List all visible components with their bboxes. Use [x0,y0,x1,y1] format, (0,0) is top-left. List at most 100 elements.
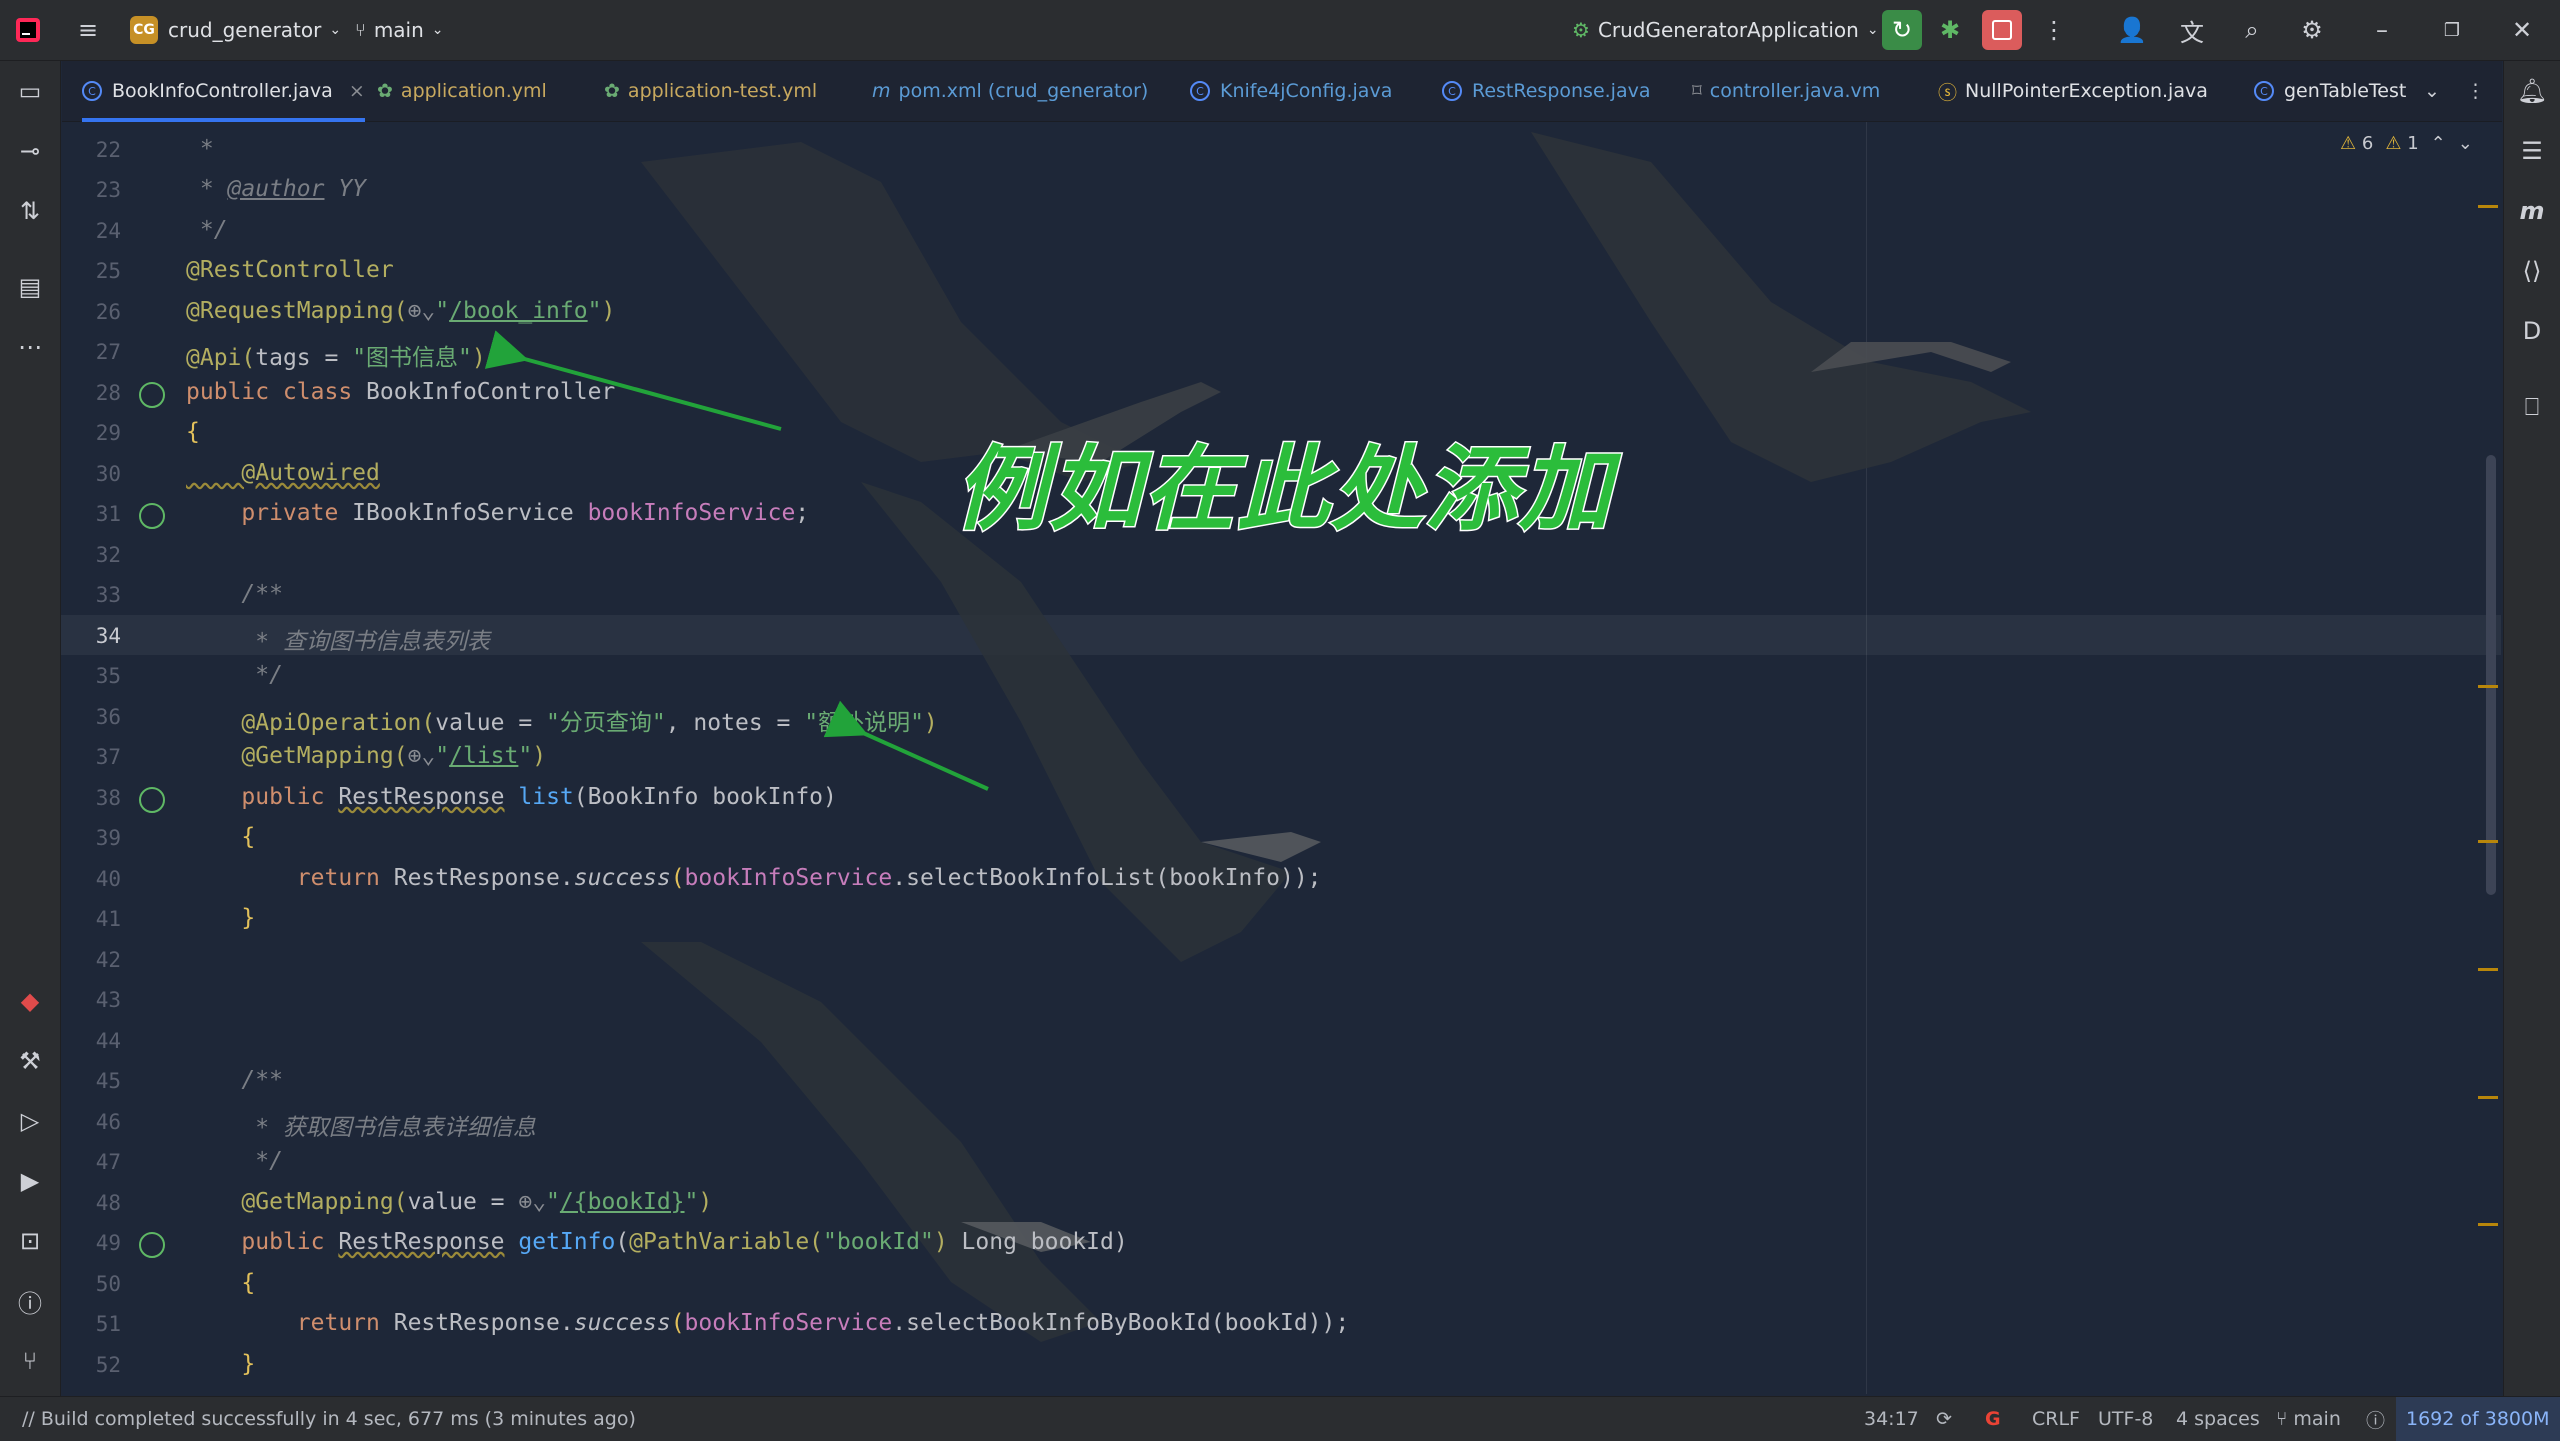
tabs-dropdown-icon[interactable]: ⌄ [2424,61,2440,121]
debug-icon[interactable]: ✱ [1934,14,1966,46]
stop-icon[interactable] [1982,10,2022,50]
more-tools-icon[interactable]: ⋯ [14,331,46,363]
tab-label: application.yml [400,80,547,102]
tab-label: BookInfoController.java [112,80,333,102]
run-config-selector[interactable]: ⚙ CrudGeneratorApplication ⌄ [1572,0,1879,60]
event-log-icon[interactable]: ⓘ [2366,1397,2385,1441]
build-status-message[interactable]: // Build completed successfully in 4 sec… [22,1397,636,1441]
yml-icon: ✿ [604,80,620,102]
add-user-icon[interactable]: 👤 [2116,14,2148,46]
terminal-icon[interactable]: ⊡ [14,1225,46,1257]
tab-label: genTableTest [2284,80,2407,102]
class-icon: C [2254,81,2274,101]
chevron-down-icon: ⌄ [431,22,444,38]
rerun-icon[interactable]: ↻ [1882,10,1922,50]
project-folder-icon[interactable]: ▭ [14,75,46,107]
tab-label: pom.xml (crud_generator) [898,80,1149,102]
warning-count: 6 [2361,132,2374,154]
right-toolbar: 🔔︎ ☰ m ⟨⟩ D ⎕ [2503,61,2560,1396]
branch-icon: ⑂ [2276,1408,2288,1430]
tab-pom-xml[interactable]: m pom.xml (crud_generator) [872,61,1148,121]
tabs-more-icon[interactable]: ⋮ [2466,61,2485,121]
vertical-scrollbar[interactable] [2486,455,2496,895]
file-encoding[interactable]: UTF-8 [2098,1397,2153,1441]
tab-bookinfocontroller[interactable]: C BookInfoController.java × [82,61,365,122]
tab-knife4jconfig[interactable]: C Knife4jConfig.java [1190,61,1392,121]
weak-warning-icon: ⚠ [2385,132,2402,154]
branch-name: main [373,18,424,42]
more-icon[interactable]: ⋮ [2038,14,2070,46]
error-stripe-mark[interactable] [2478,685,2498,688]
plugin-icon[interactable]: ◆ [14,985,46,1017]
restore-icon[interactable]: ❐ [2436,14,2468,46]
annotation-text: 例如在此处添加 [953,435,1614,545]
annotation-arrows [484,330,989,791]
git-icon[interactable]: ⑂ [14,1345,46,1377]
run-icon[interactable]: ▶ [14,1165,46,1197]
app-logo-icon[interactable] [12,14,44,46]
tab-close-icon[interactable]: × [349,80,365,102]
endpoints-icon[interactable]: ⟨⟩ [2516,255,2548,287]
class-icon: C [1190,81,1210,101]
next-problem-icon: ⌄ [2457,132,2473,154]
code-editor[interactable]: 22 23 24 25 26 27 28 29 30 31 32 33 34 3… [61,122,2501,1394]
tab-label: RestResponse.java [1472,80,1651,102]
chevron-down-icon: ⌄ [1866,22,1879,38]
exception-icon: ⓢ [1938,81,1958,104]
tab-restresponse[interactable]: C RestResponse.java [1442,61,1651,121]
tab-nullpointerexception[interactable]: ⓢ NullPointerException.java [1938,61,2208,121]
maven-icon: m [872,80,891,102]
line-separator[interactable]: CRLF [2032,1397,2080,1441]
d-plugin-icon[interactable]: D [2516,315,2548,347]
search-icon[interactable]: ⌕ [2236,14,2268,46]
project-badge: CG [130,16,158,44]
error-stripe-mark[interactable] [2478,968,2498,971]
indent-setting[interactable]: 4 spaces [2176,1397,2260,1441]
problems-icon[interactable]: ⓘ [14,1285,46,1318]
branch-selector[interactable]: ⑂ main ⌄ [355,0,444,60]
class-icon: C [82,81,102,101]
error-stripe-mark[interactable] [2478,205,2498,208]
structure-icon[interactable]: ▤ [14,271,46,303]
branch-icon: ⑂ [355,19,366,41]
run-config-icon: ⚙ [1572,18,1590,42]
weak-warning-count: 1 [2407,132,2419,154]
pull-request-icon[interactable]: ⇅ [14,195,46,227]
tab-label: NullPointerException.java [1965,80,2208,102]
services-icon[interactable]: ▷ [14,1105,46,1137]
build-icon[interactable]: ⚒ [14,1045,46,1077]
google-icon[interactable]: G [1985,1397,2001,1441]
editor-tabs: C BookInfoController.java × ✿ applicatio… [62,61,2502,122]
tab-label: Knife4jConfig.java [1220,80,1393,102]
error-stripe-mark[interactable] [2478,840,2498,843]
settings-icon[interactable]: ⚙ [2296,14,2328,46]
commit-icon[interactable]: ⊸ [14,135,46,167]
maven-icon[interactable]: m [2516,195,2548,227]
run-config-name: CrudGeneratorApplication [1597,18,1859,42]
error-stripe-mark[interactable] [2478,1096,2498,1099]
readonly-toggle-icon[interactable]: ⟳ [1936,1397,1952,1441]
memory-indicator[interactable]: 1692 of 3800M [2396,1397,2560,1441]
prev-problem-icon: ⌃ [2430,132,2446,154]
inspection-widget[interactable]: ⚠ 6 ⚠ 1 ⌃ ⌄ [2340,128,2473,158]
tab-gentabletest[interactable]: C genTableTest [2254,61,2406,121]
vcs-branch[interactable]: ⑂ main [2276,1397,2341,1441]
project-name: crud_generator [168,18,322,42]
error-stripe-mark[interactable] [2478,1223,2498,1226]
class-icon: C [1442,81,1462,101]
database-icon[interactable]: ☰ [2516,135,2548,167]
caret-position[interactable]: 34:17 [1864,1397,1919,1441]
tab-controller-vm[interactable]: ⌑ controller.java.vm [1692,61,1880,121]
notifications-icon[interactable]: 🔔︎ [2516,75,2548,107]
project-selector[interactable]: CG crud_generator ⌄ [130,0,341,60]
translate-icon[interactable]: 文 [2176,14,2208,47]
close-icon[interactable]: ✕ [2506,14,2538,46]
chevron-down-icon: ⌄ [329,22,342,38]
tab-label: controller.java.vm [1709,80,1881,102]
minimize-icon[interactable]: – [2366,14,2398,46]
hamburger-menu-icon[interactable]: ≡ [72,14,104,46]
tab-application-test-yml[interactable]: ✿ application-test.yml [604,61,817,121]
tab-application-yml[interactable]: ✿ application.yml [377,61,547,121]
template-icon: ⌑ [1692,80,1702,102]
ai-assistant-icon[interactable]: ⎕ [2516,391,2548,423]
